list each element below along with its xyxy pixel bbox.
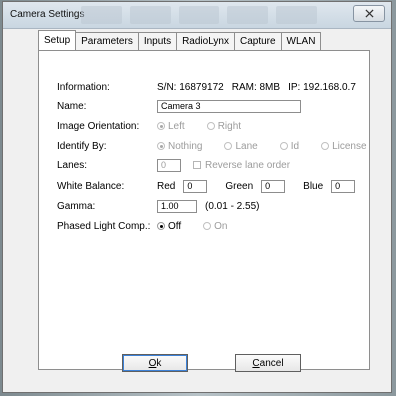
gamma-label: Gamma:	[57, 200, 96, 212]
window-title: Camera Settings	[10, 9, 85, 20]
ip-address: IP: 192.168.0.7	[288, 81, 356, 93]
phased-off-radio[interactable]: Off	[157, 221, 181, 232]
serial-number: S/N: 16879172	[157, 81, 224, 93]
gamma-range: (0.01 - 2.55)	[205, 200, 260, 212]
ok-accelerator: O	[148, 357, 157, 369]
reverse-lane-label: Reverse lane order	[205, 159, 291, 171]
radio-selected-icon	[157, 222, 165, 230]
background-window-strip	[81, 6, 317, 24]
orientation-right-radio[interactable]: Right	[206, 120, 242, 132]
name-input[interactable]: Camera 3	[157, 99, 301, 113]
tab-radiolynx[interactable]: RadioLynx	[176, 32, 235, 50]
phased-light-label: Phased Light Comp.:	[57, 220, 151, 232]
close-icon	[364, 9, 374, 18]
white-balance-row: White Balance:	[57, 178, 157, 194]
radio-empty-icon	[279, 142, 288, 150]
ram-value: RAM: 8MB	[231, 81, 281, 93]
gamma-row: Gamma:	[57, 198, 157, 214]
identify-id-label: Id	[290, 140, 300, 152]
name-label: Name:	[57, 100, 87, 112]
title-bar[interactable]: Camera Settings	[3, 2, 391, 29]
reverse-lane-checkbox[interactable]: Reverse lane order	[193, 160, 290, 171]
identify-row: Identify By:	[57, 138, 157, 154]
phased-on-radio[interactable]: On	[203, 220, 228, 232]
identify-nothing-radio[interactable]: Nothing	[157, 141, 202, 152]
lanes-label: Lanes:	[57, 159, 88, 171]
checkbox-icon	[193, 161, 201, 169]
information-label: Information:	[57, 81, 110, 93]
blue-input[interactable]: 0	[331, 179, 356, 193]
ok-button[interactable]: Ok	[122, 354, 188, 372]
cancel-label: ancel	[259, 357, 284, 369]
identify-nothing-label: Nothing	[168, 140, 203, 152]
identify-license-label: License	[332, 140, 367, 152]
orientation-row: Image Orientation:	[57, 118, 157, 134]
lanes-row: Lanes:	[57, 157, 157, 173]
close-button[interactable]	[353, 5, 385, 22]
blue-label: Blue	[303, 180, 324, 192]
green-input[interactable]: 0	[261, 179, 286, 193]
white-balance-label: White Balance:	[57, 180, 125, 192]
cancel-button[interactable]: Cancel	[235, 354, 301, 372]
radio-empty-icon	[224, 142, 233, 150]
setup-panel: Information: S/N: 16879172 RAM: 8MB IP: …	[38, 50, 370, 372]
tab-capture[interactable]: Capture	[233, 32, 282, 50]
radio-empty-icon	[206, 122, 215, 130]
identify-id-radio[interactable]: Id	[279, 140, 300, 152]
information-values: S/N: 16879172 RAM: 8MB IP: 192.168.0.7	[157, 79, 356, 95]
name-row: Name:	[57, 98, 157, 114]
radio-empty-icon	[321, 142, 330, 150]
tab-inputs[interactable]: Inputs	[137, 32, 178, 50]
tab-setup[interactable]: Setup	[38, 30, 77, 50]
information-row: Information:	[57, 79, 157, 95]
phased-light-row: Phased Light Comp.:	[57, 218, 157, 234]
identify-lane-radio[interactable]: Lane	[224, 140, 258, 152]
orientation-left-radio[interactable]: Left	[157, 121, 185, 132]
red-label: Red	[157, 180, 176, 192]
tab-wlan[interactable]: WLAN	[280, 32, 322, 50]
identify-lane-label: Lane	[235, 140, 258, 152]
radio-selected-icon	[157, 122, 165, 130]
ok-label: k	[156, 357, 162, 369]
red-input[interactable]: 0	[183, 179, 208, 193]
orientation-left-label: Left	[168, 120, 185, 132]
identify-license-radio[interactable]: License	[321, 140, 367, 152]
cancel-accelerator: C	[252, 357, 260, 369]
phased-off-label: Off	[168, 220, 182, 232]
tab-strip: Setup Parameters Inputs RadioLynx Captur…	[38, 30, 322, 51]
lanes-input[interactable]: 0	[157, 158, 181, 172]
camera-settings-dialog: Camera Settings Setup Parameters Inputs …	[2, 1, 392, 393]
radio-selected-icon	[157, 142, 165, 150]
orientation-right-label: Right	[217, 120, 242, 132]
gamma-input[interactable]: 1.00	[157, 199, 197, 213]
radio-empty-icon	[203, 222, 212, 230]
phased-on-label: On	[214, 220, 228, 232]
identify-label: Identify By:	[57, 140, 107, 152]
green-label: Green	[225, 180, 254, 192]
tab-parameters[interactable]: Parameters	[75, 32, 139, 50]
orientation-label: Image Orientation:	[57, 120, 140, 132]
